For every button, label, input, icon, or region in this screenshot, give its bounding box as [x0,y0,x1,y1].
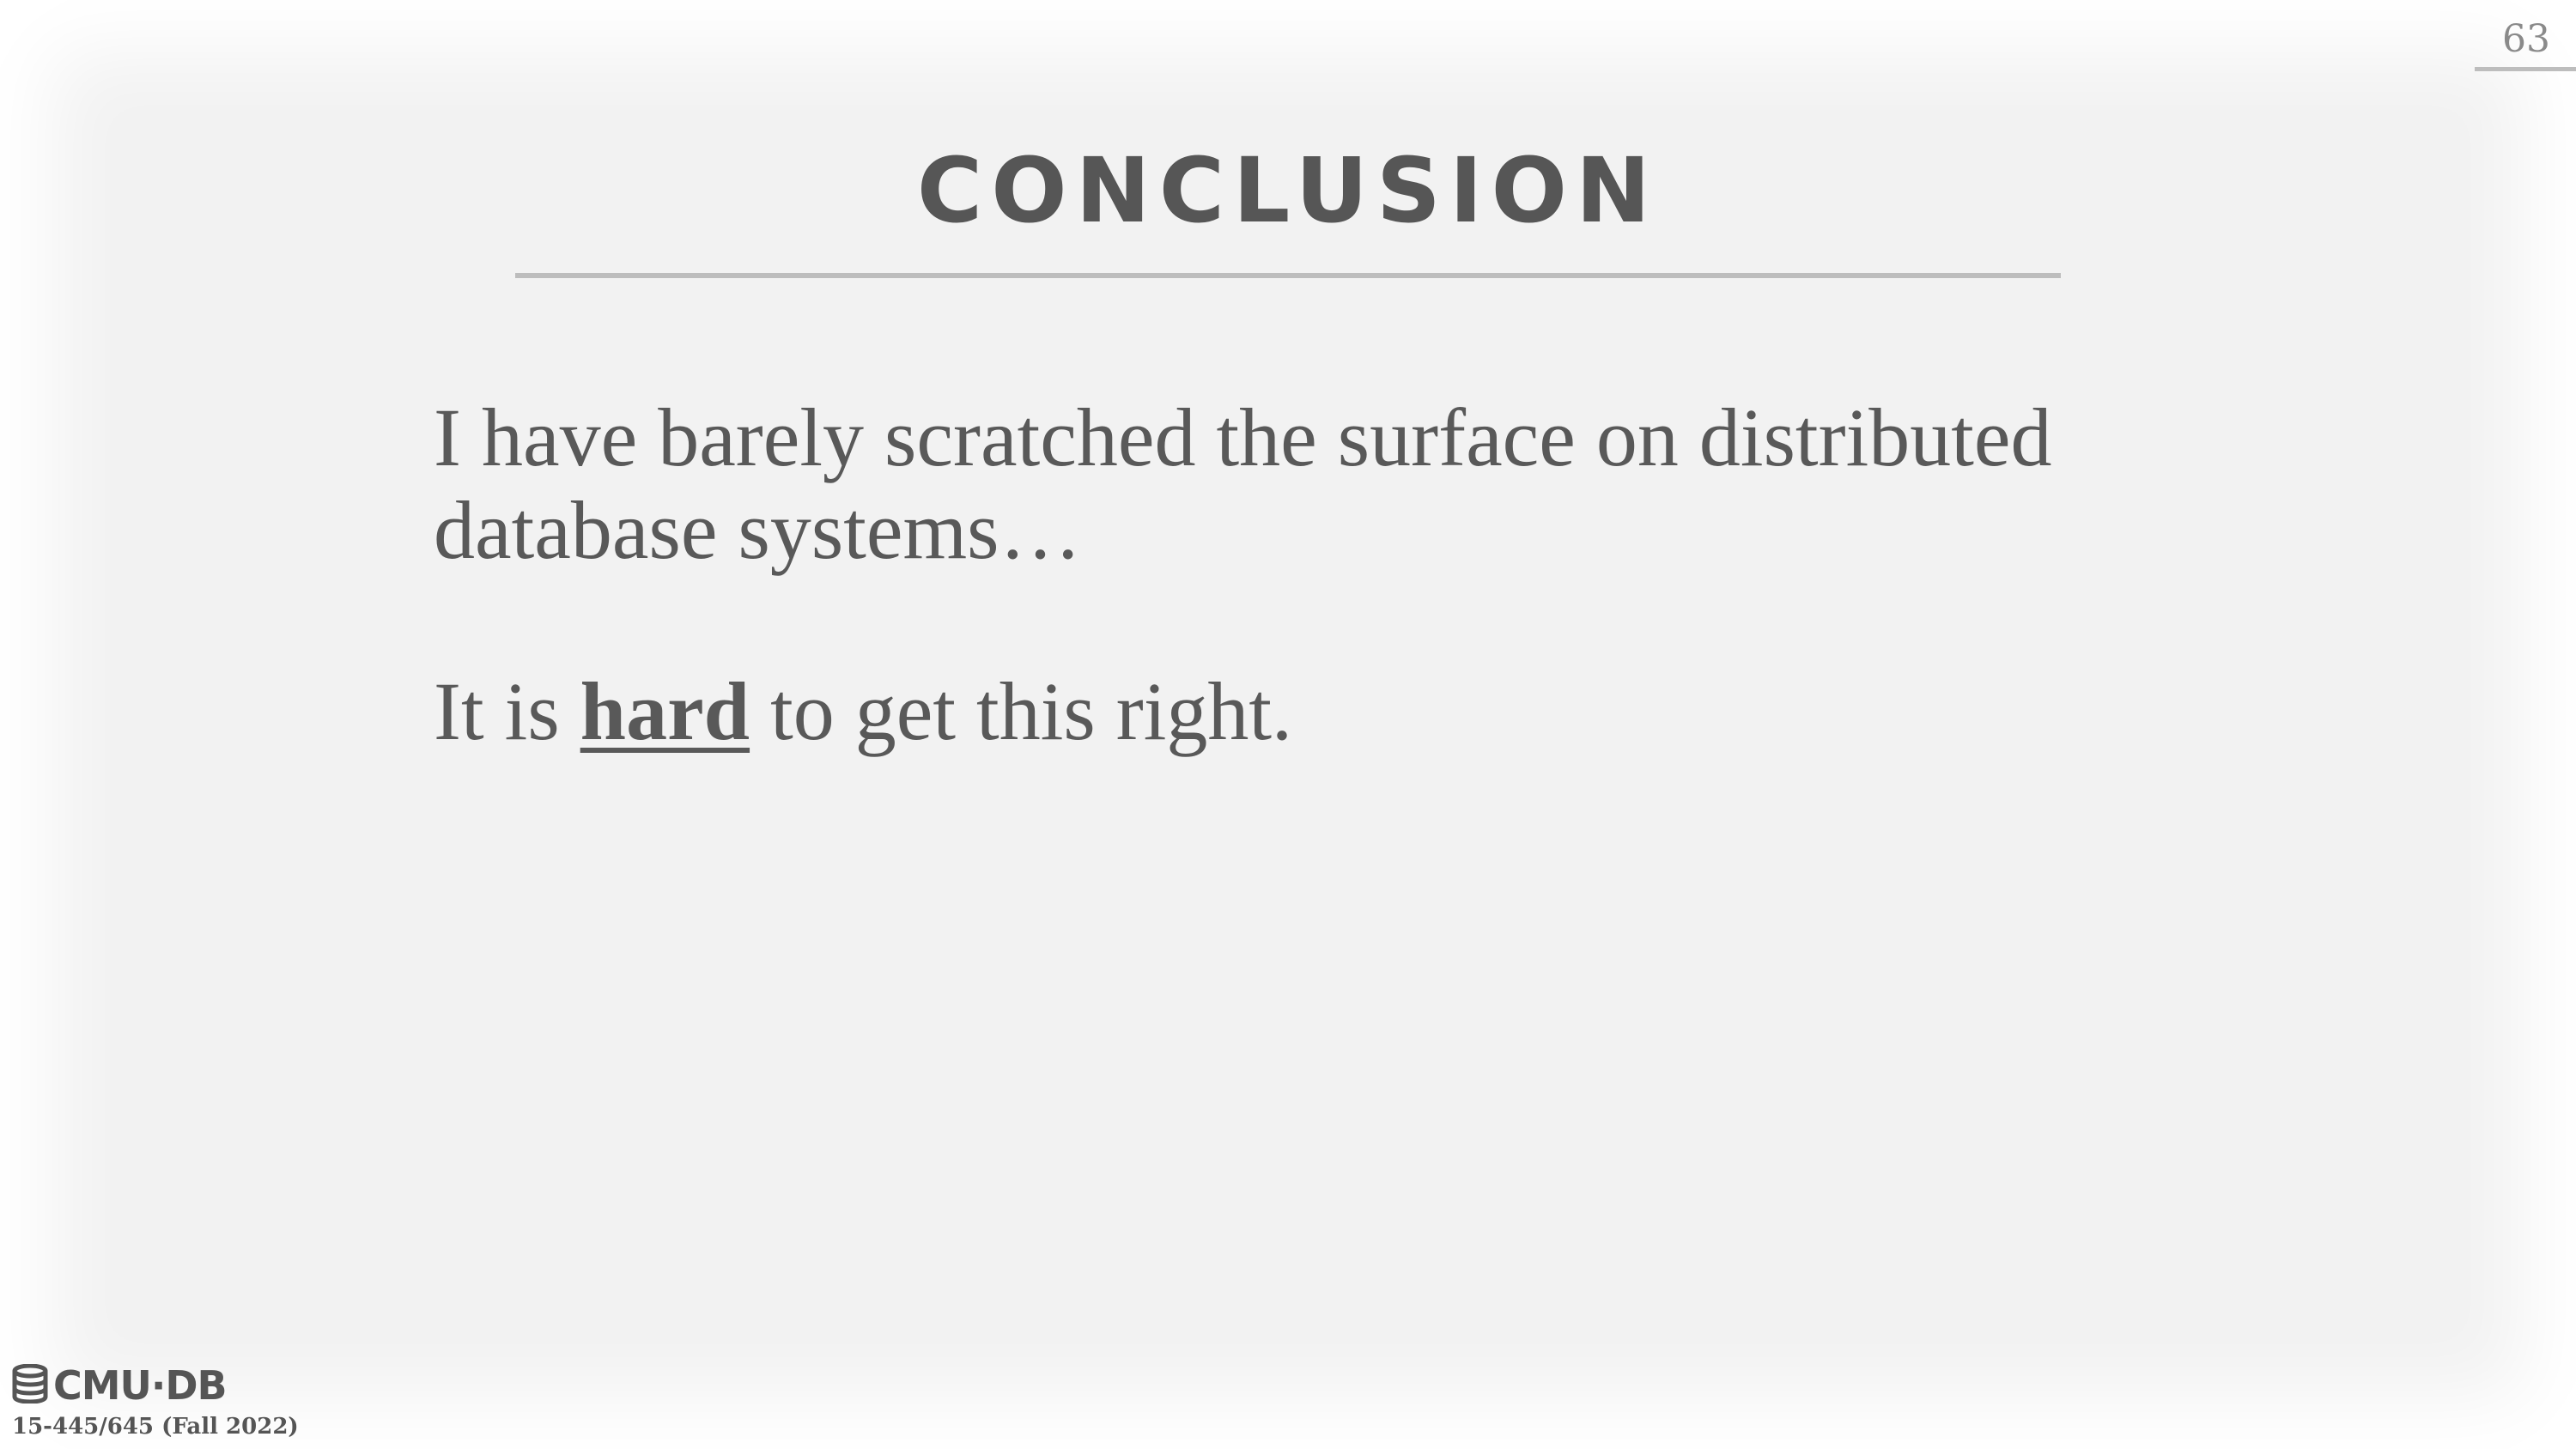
logo-text: CMU·DB [53,1362,228,1409]
title-rule [515,273,2061,278]
slide-title: CONCLUSION [916,138,1660,243]
slide: 63 CONCLUSION I have barely scratched th… [0,0,2576,1449]
page-number: 63 [2502,17,2550,61]
paragraph-2-emphasis: hard [580,665,750,757]
paragraph-1: I have barely scratched the surface on d… [434,391,2052,576]
course-label: 15-445/645 (Fall 2022) [12,1414,299,1440]
paragraph-2: It is hard to get this right. [434,665,2151,758]
paragraph-2-before: It is [434,665,580,757]
page-number-rule [2475,67,2576,71]
cmu-db-logo: CMU·DB [12,1362,228,1409]
paragraph-2-after: to get this right. [750,665,1293,757]
database-icon [12,1363,48,1408]
